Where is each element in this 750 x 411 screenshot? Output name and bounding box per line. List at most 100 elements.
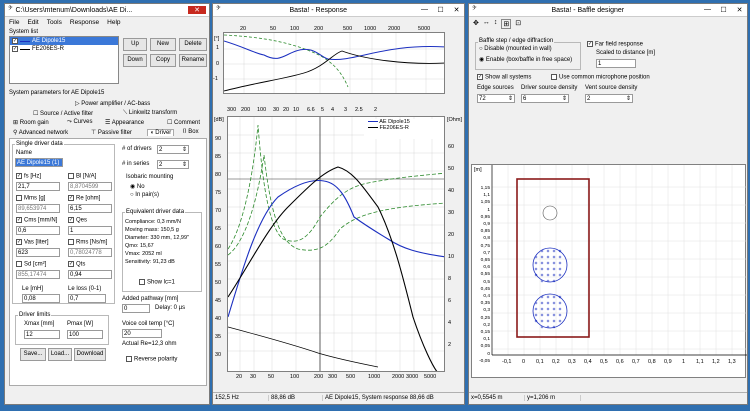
baffle-plot[interactable]: [m] 1,15 1,1 1,05 1 0,95 0,9 0,85 0,8 0,75 0,7 0,6…	[471, 164, 747, 378]
rename-button[interactable]: Rename	[179, 54, 207, 67]
sd-field[interactable]: 855,17474	[16, 270, 60, 279]
vas-checkbox[interactable]: ✓ Vas [liter]	[16, 239, 49, 246]
spinner-icon[interactable]: ⇕	[562, 95, 567, 102]
pmax-field[interactable]: 100	[67, 330, 103, 339]
enable-radio[interactable]: ◉ Enable (box/baffle in free space)	[479, 56, 572, 63]
leloss-field[interactable]: 0,7	[68, 294, 106, 303]
driver-density-field[interactable]: 6 ⇕	[521, 94, 569, 103]
mms-field[interactable]: 89,653974	[16, 204, 60, 213]
spinner-icon[interactable]: ⇕	[508, 95, 513, 102]
qts-checkbox[interactable]: ✓ Qts	[68, 261, 85, 268]
tab-linkwitz[interactable]: ⟍ Linkwitz transform	[123, 110, 177, 117]
top-plot[interactable]	[223, 32, 445, 94]
copy-button[interactable]: Copy	[150, 54, 176, 67]
iso-no-radio[interactable]: ◉ No	[130, 183, 145, 190]
menu-edit[interactable]: Edit	[27, 19, 38, 26]
reverse-polarity-checkbox[interactable]: Reverse polarity	[126, 356, 177, 363]
main-window: 𝄢 C:\Users\mtenum\Downloads\AE Di... ✕ F…	[4, 3, 210, 405]
vent-density-field[interactable]: 2 ⇕	[585, 94, 633, 103]
tab-driver[interactable]: ◖ Driver	[147, 129, 175, 136]
cms-checkbox[interactable]: ✓ Cms [mm/N]	[16, 217, 57, 224]
qes-checkbox[interactable]: ✓ Qes	[68, 217, 87, 224]
fs-field[interactable]: 21,7	[16, 182, 60, 191]
new-button[interactable]: New	[150, 38, 176, 51]
list-item[interactable]: ✓ AE Dipole15	[10, 37, 118, 45]
iso-pairs-radio[interactable]: ○ In pair(s)	[130, 192, 159, 198]
menu-file[interactable]: File	[9, 19, 19, 26]
show-lc-checkbox[interactable]: Show lc=1	[139, 279, 175, 286]
spinner-icon[interactable]: ⇕	[626, 95, 631, 102]
close-icon[interactable]: ✕	[188, 6, 206, 14]
re-field[interactable]: 6,15	[68, 204, 112, 213]
baffle-x-axis: -0,1 0 0,1 0,2 0,3 0,4 0,5 0,6 0,7 0,8 0…	[502, 359, 736, 365]
tab-appearance[interactable]: ☰ Appearance	[105, 119, 144, 126]
tab-advanced-network[interactable]: ⚲ Advanced network	[13, 129, 68, 136]
show-all-checkbox[interactable]: ✓ Show all systems	[477, 74, 531, 81]
far-field-checkbox[interactable]: ✓ Far field response	[587, 41, 643, 48]
le-label: Le [mH]	[22, 286, 44, 292]
download-button[interactable]: Download	[74, 348, 106, 361]
list-item[interactable]: ✓ FE206ES-R	[10, 45, 118, 53]
tab-power-amplifier[interactable]: ▷ Power amplifier / AC-bass	[75, 100, 150, 107]
menu-bar: File Edit Tools Response Help	[9, 19, 121, 26]
delete-button[interactable]: Delete	[179, 38, 207, 51]
up-button[interactable]: Up	[123, 38, 147, 51]
tab-curves[interactable]: ⤳ Curves	[67, 119, 92, 126]
tab-box[interactable]: ⌷ Box	[183, 129, 199, 136]
spinner-icon[interactable]: ⇕	[182, 161, 187, 168]
delay-label: Delay: 0 µs	[155, 305, 186, 311]
tab-passive-filter[interactable]: ⊤ Passive filter	[91, 129, 132, 136]
disable-radio[interactable]: ○ Disable (mounted in wall)	[479, 46, 552, 52]
save-button[interactable]: Save...	[20, 348, 46, 361]
common-mic-checkbox[interactable]: Use common microphone position	[551, 74, 650, 81]
system-list[interactable]: ✓ AE Dipole15 ✓ FE206ES-R	[9, 36, 119, 84]
vc-temp-field[interactable]: 20	[122, 329, 162, 338]
driver-density-label: Driver source density	[521, 85, 578, 91]
down-button[interactable]: Down	[123, 54, 147, 67]
minimize-icon[interactable]: —	[420, 6, 429, 14]
mms-checkbox[interactable]: Mms [g]	[16, 195, 45, 202]
main-plot[interactable]: AE Dipole15 FE206ES-R	[227, 116, 445, 372]
maximize-icon[interactable]: ☐	[436, 6, 445, 14]
grid-icon[interactable]: ⊞	[501, 19, 512, 29]
sd-checkbox[interactable]: Sd [cm²]	[16, 261, 46, 268]
minimize-icon[interactable]: —	[703, 6, 712, 14]
bl-field[interactable]: 8,8704599	[68, 182, 112, 191]
in-series-field[interactable]: 2 ⇕	[157, 160, 189, 169]
spinner-icon[interactable]: ⇕	[182, 146, 187, 153]
added-path-field[interactable]: 0	[122, 304, 150, 313]
maximize-icon[interactable]: ☐	[719, 6, 728, 14]
edge-sources-field[interactable]: 72 ⇕	[477, 94, 515, 103]
system-list-label: System list	[9, 29, 39, 35]
num-drivers-field[interactable]: 2 ⇕	[157, 145, 189, 154]
re-checkbox[interactable]: ✓ Re [ohm]	[68, 195, 100, 202]
rms-field[interactable]: 0,78024778	[68, 248, 112, 257]
menu-help[interactable]: Help	[107, 19, 120, 26]
rms-checkbox[interactable]: Rms [Ns/m]	[68, 239, 107, 246]
scaled-field[interactable]: 1	[596, 59, 636, 68]
driver-name-field[interactable]: AE Dipole15 (1)	[15, 158, 63, 167]
load-button[interactable]: Load...	[48, 348, 72, 361]
tab-source-filter[interactable]: ☐ Source / Active filter	[33, 110, 93, 117]
close-icon[interactable]: ✕	[735, 6, 744, 14]
tab-comment[interactable]: ☐ Comment	[167, 119, 200, 126]
qts-field[interactable]: 0,94	[68, 270, 112, 279]
circles-icon[interactable]: ⊡	[515, 19, 521, 29]
close-icon[interactable]: ✕	[452, 6, 461, 14]
bl-checkbox[interactable]: Bl [N/A]	[68, 173, 96, 180]
horizontal-arrow-icon[interactable]: ↔	[483, 19, 490, 29]
le-field[interactable]: 0,08	[22, 294, 60, 303]
fs-checkbox[interactable]: ✓ fs [Hz]	[16, 173, 41, 180]
menu-response[interactable]: Response	[70, 19, 99, 26]
cms-field[interactable]: 0,6	[16, 226, 60, 235]
leloss-label: Le loss (0-1)	[68, 286, 102, 292]
xmax-field[interactable]: 12	[24, 330, 60, 339]
vas-field[interactable]: 623	[16, 248, 60, 257]
tab-room-gain[interactable]: ⊞ Room gain	[13, 119, 49, 126]
top-plot-svg	[224, 33, 444, 93]
scaled-label: Scaled to distance [m]	[596, 50, 656, 56]
vertical-arrow-icon[interactable]: ↕	[494, 19, 498, 29]
qes-field[interactable]: 1	[68, 226, 112, 235]
menu-tools[interactable]: Tools	[47, 19, 62, 26]
move-icon[interactable]: ✥	[473, 19, 479, 29]
